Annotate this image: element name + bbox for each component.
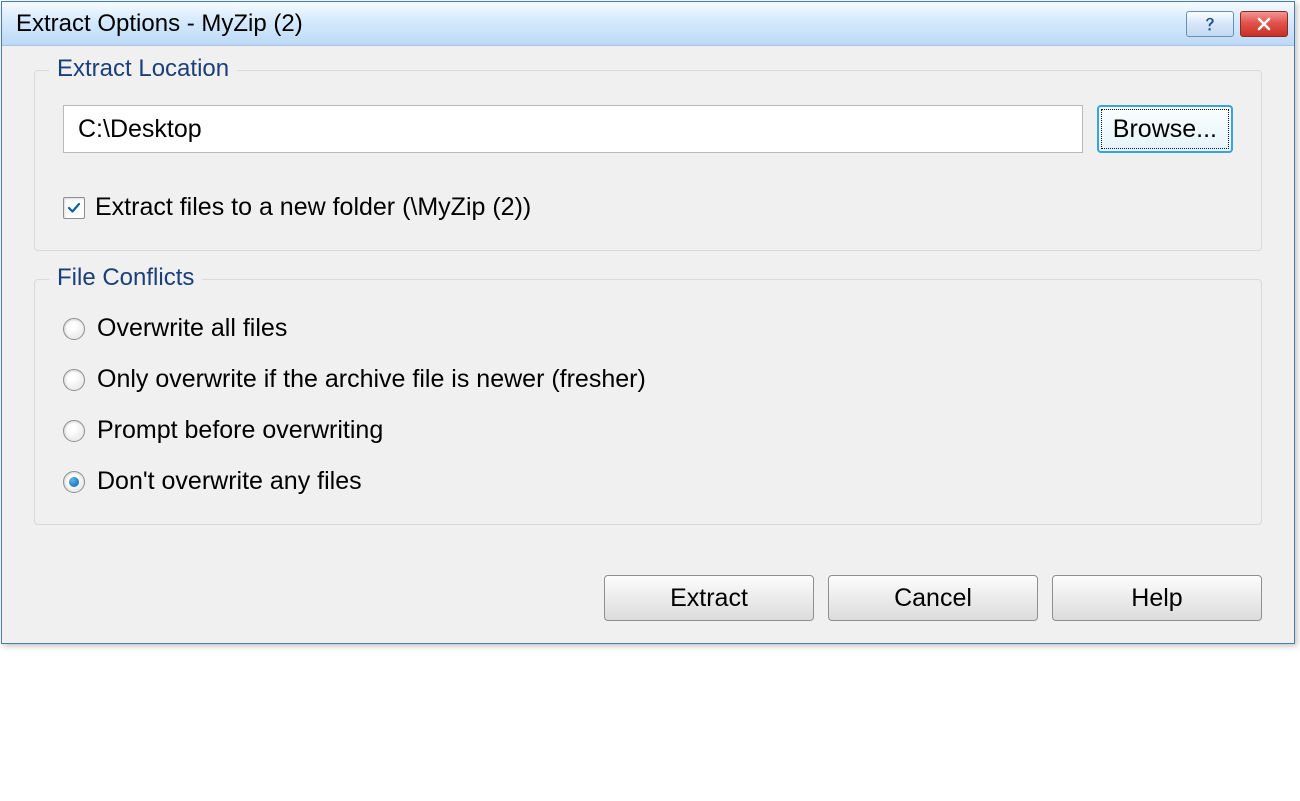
conflict-option-dont-overwrite[interactable]: Don't overwrite any files bbox=[63, 467, 1233, 496]
radio-button[interactable] bbox=[63, 471, 85, 493]
help-button[interactable]: Help bbox=[1052, 575, 1262, 621]
radio-button[interactable] bbox=[63, 369, 85, 391]
new-folder-checkbox-row[interactable]: Extract files to a new folder (\MyZip (2… bbox=[63, 193, 1233, 222]
location-row: Browse... bbox=[63, 105, 1233, 153]
dialog-buttonbar: Extract Cancel Help bbox=[2, 563, 1294, 643]
conflict-option-overwrite-newer[interactable]: Only overwrite if the archive file is ne… bbox=[63, 365, 1233, 394]
conflict-option-overwrite-all[interactable]: Overwrite all files bbox=[63, 314, 1233, 343]
radio-label: Don't overwrite any files bbox=[97, 467, 362, 496]
radio-label: Overwrite all files bbox=[97, 314, 287, 343]
new-folder-checkbox[interactable] bbox=[63, 197, 85, 219]
extract-location-group: Extract Location Browse... Extract files… bbox=[34, 70, 1262, 251]
browse-button[interactable]: Browse... bbox=[1097, 105, 1233, 153]
extract-location-legend: Extract Location bbox=[49, 55, 237, 83]
titlebar: Extract Options - MyZip (2) bbox=[2, 2, 1294, 46]
titlebar-buttons bbox=[1186, 11, 1288, 37]
radio-label: Prompt before overwriting bbox=[97, 416, 383, 445]
conflict-radio-list: Overwrite all files Only overwrite if th… bbox=[63, 314, 1233, 496]
conflict-option-prompt[interactable]: Prompt before overwriting bbox=[63, 416, 1233, 445]
file-conflicts-legend: File Conflicts bbox=[49, 264, 202, 292]
close-titlebar-button[interactable] bbox=[1240, 11, 1288, 37]
question-icon bbox=[1201, 15, 1219, 33]
dialog-body: Extract Location Browse... Extract files… bbox=[2, 46, 1294, 563]
window-title: Extract Options - MyZip (2) bbox=[16, 10, 1186, 38]
new-folder-label: Extract files to a new folder (\MyZip (2… bbox=[95, 193, 531, 222]
cancel-button[interactable]: Cancel bbox=[828, 575, 1038, 621]
close-icon bbox=[1256, 16, 1272, 32]
extract-options-dialog: Extract Options - MyZip (2) Extract Loca… bbox=[1, 1, 1295, 644]
extract-button[interactable]: Extract bbox=[604, 575, 814, 621]
help-titlebar-button[interactable] bbox=[1186, 11, 1234, 37]
check-icon bbox=[66, 200, 82, 216]
extract-path-input[interactable] bbox=[63, 105, 1083, 153]
radio-label: Only overwrite if the archive file is ne… bbox=[97, 365, 646, 394]
radio-button[interactable] bbox=[63, 318, 85, 340]
file-conflicts-group: File Conflicts Overwrite all files Only … bbox=[34, 279, 1262, 525]
radio-button[interactable] bbox=[63, 420, 85, 442]
